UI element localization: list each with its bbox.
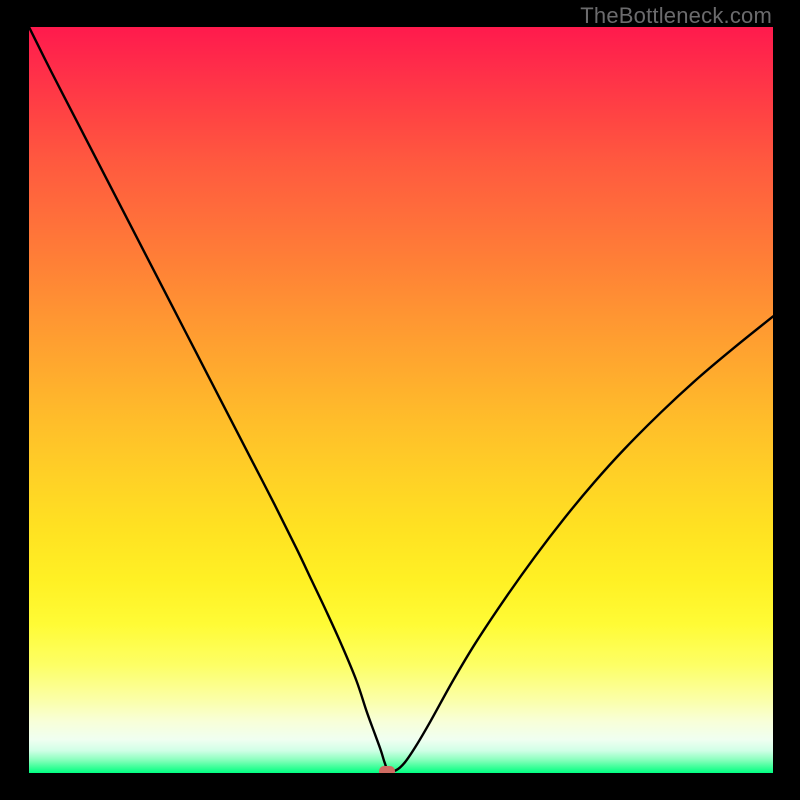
bottleneck-curve xyxy=(29,27,773,773)
optimal-marker xyxy=(379,766,395,774)
plot-area xyxy=(29,27,773,773)
chart-frame: TheBottleneck.com xyxy=(0,0,800,800)
watermark-text: TheBottleneck.com xyxy=(580,3,772,29)
